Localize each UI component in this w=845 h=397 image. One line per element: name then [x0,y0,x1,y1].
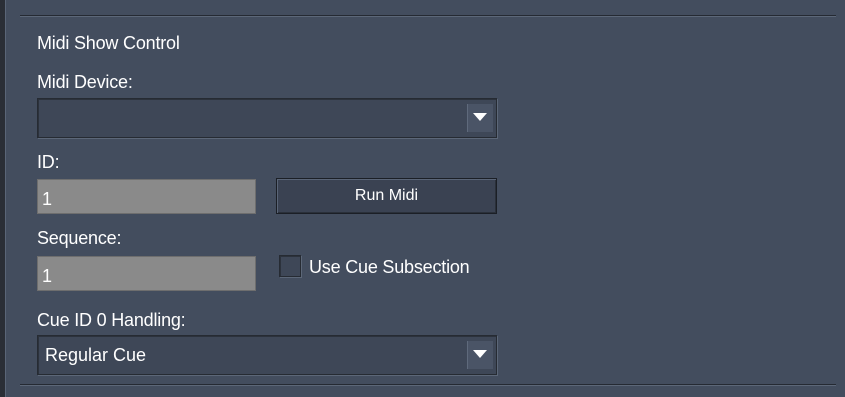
id-label: ID: [37,152,60,172]
sequence-label: Sequence: [37,228,122,248]
chevron-down-icon [473,350,487,358]
cue-id0-handling-dropdown-button[interactable] [467,341,493,369]
id-input[interactable] [37,179,256,214]
use-cue-subsection-label[interactable]: Use Cue Subsection [309,257,470,278]
cue-id0-handling-value: Regular Cue [45,345,147,365]
midi-device-dropdown[interactable] [37,98,497,138]
midi-device-label: Midi Device: [37,72,133,92]
sequence-input[interactable] [37,256,256,291]
cue-id0-handling-label: Cue ID 0 Handling: [37,310,186,330]
left-border [0,0,6,397]
bottom-separator [20,384,836,386]
section-title: Midi Show Control [37,33,180,53]
top-separator [20,15,836,17]
chevron-down-icon [473,113,487,121]
use-cue-subsection-checkbox[interactable] [279,255,301,277]
cue-id0-handling-dropdown[interactable]: Regular Cue [37,335,497,375]
midi-device-dropdown-button[interactable] [467,104,493,132]
run-midi-button[interactable]: Run Midi [276,178,497,214]
